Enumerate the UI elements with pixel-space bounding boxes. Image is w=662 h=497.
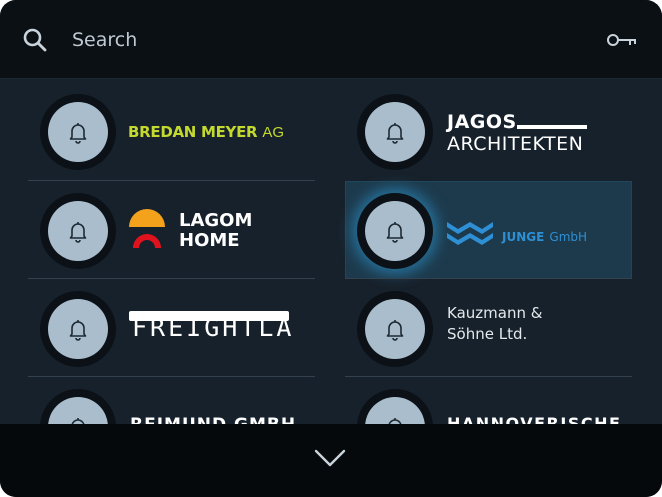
- directory-entry-freightla[interactable]: FREIGHTLA: [28, 279, 315, 377]
- call-button[interactable]: [40, 94, 116, 170]
- logo-text: JUNGE: [502, 230, 545, 244]
- logo-text: Kauzmann &: [447, 304, 543, 322]
- directory-entry-junge-gmbh[interactable]: JUNGE GmbH: [345, 181, 632, 279]
- logo-suffix: GmbH: [549, 230, 588, 244]
- call-button[interactable]: [40, 291, 116, 367]
- logo-text: FREIGHTLA: [132, 313, 295, 342]
- logo-subtext: Söhne Ltd.: [447, 325, 528, 343]
- bell-icon: [69, 222, 87, 243]
- intercom-screen: BREDAN MEYER AG JAGOS: [0, 0, 662, 497]
- logo-text: LAGOM: [179, 210, 253, 231]
- call-button[interactable]: [357, 389, 433, 424]
- logo-text: JAGOS: [447, 111, 517, 133]
- call-button[interactable]: [357, 94, 433, 170]
- company-logo: JAGOS ARCHITEKTEN: [447, 111, 597, 155]
- chevron-down-icon[interactable]: [310, 443, 350, 471]
- bell-icon: [386, 320, 404, 341]
- bottom-bar: [0, 424, 662, 497]
- logo-suffix: AG: [262, 124, 285, 141]
- bell-icon: [386, 222, 404, 243]
- directory-entry-jagos-architekten[interactable]: JAGOS ARCHITEKTEN: [345, 82, 632, 180]
- top-bar: [0, 0, 662, 79]
- directory-entry-kauzmann-sohne[interactable]: Kauzmann & Söhne Ltd.: [345, 279, 632, 377]
- call-button[interactable]: [357, 291, 433, 367]
- company-logo: LAGOM HOME: [179, 211, 252, 251]
- directory-list[interactable]: BREDAN MEYER AG JAGOS ARCHITEKTEN LAGOM …: [0, 78, 662, 424]
- bell-icon: [71, 418, 85, 424]
- search-input[interactable]: [72, 26, 492, 54]
- call-button[interactable]: [40, 389, 116, 424]
- company-logo: BREDAN MEYER AG: [128, 122, 284, 141]
- directory-entry-lagom-home[interactable]: LAGOM HOME: [28, 181, 315, 279]
- lagom-sun-logo-icon: [129, 209, 165, 248]
- logo-subtext: HOME: [179, 230, 240, 251]
- bell-icon: [388, 418, 402, 424]
- junge-wave-logo-icon: [447, 222, 493, 245]
- directory-entry-bredan-meyer[interactable]: BREDAN MEYER AG: [28, 82, 315, 180]
- call-button[interactable]: [357, 193, 433, 269]
- search-icon[interactable]: [22, 27, 48, 53]
- company-logo: Kauzmann & Söhne Ltd.: [447, 303, 542, 345]
- call-button[interactable]: [40, 193, 116, 269]
- company-logo: REIMUND GMBH: [130, 415, 296, 424]
- key-icon[interactable]: [606, 30, 638, 50]
- logo-subtext: ARCHITEKTEN: [447, 133, 584, 155]
- bell-icon: [386, 123, 404, 144]
- directory-entry-hannoverische[interactable]: HANNOVERISCHE: [345, 377, 632, 424]
- bell-icon: [69, 123, 87, 144]
- bell-icon: [69, 320, 87, 341]
- logo-bar: [517, 125, 587, 129]
- company-logo: JUNGE GmbH: [502, 226, 587, 245]
- directory-entry-reimund-gmbh[interactable]: REIMUND GMBH: [28, 377, 315, 424]
- logo-text: BREDAN MEYER: [128, 123, 258, 141]
- company-logo: HANNOVERISCHE: [447, 414, 622, 424]
